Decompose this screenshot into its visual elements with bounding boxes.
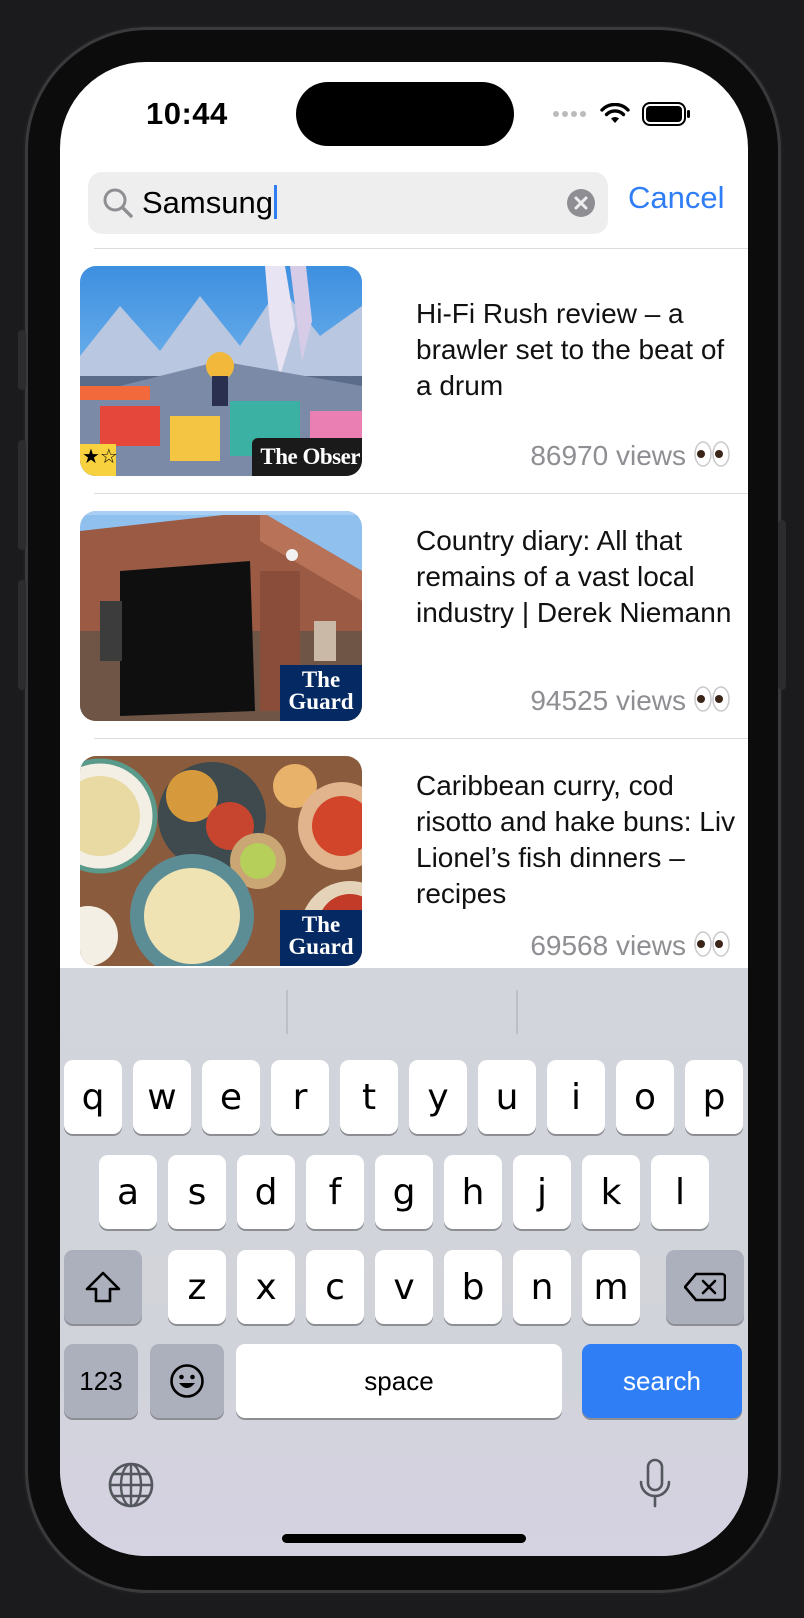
- battery-icon: [642, 102, 690, 126]
- key-n[interactable]: n: [513, 1250, 571, 1324]
- article-title: Country diary: All that remains of a vas…: [416, 525, 732, 628]
- side-button: [18, 580, 26, 690]
- dynamic-island: [296, 82, 514, 146]
- side-button: [18, 330, 26, 390]
- key-g[interactable]: g: [375, 1155, 433, 1229]
- key-t[interactable]: t: [340, 1060, 398, 1134]
- space-key[interactable]: space: [236, 1344, 562, 1418]
- globe-icon[interactable]: [108, 1462, 154, 1508]
- numbers-key[interactable]: 123: [64, 1344, 138, 1418]
- wifi-icon: [600, 103, 630, 123]
- key-s[interactable]: s: [168, 1155, 226, 1229]
- home-indicator[interactable]: [282, 1534, 526, 1543]
- publisher-logo: The Obser: [252, 438, 362, 476]
- suggestion-divider: [516, 990, 518, 1034]
- article-thumbnail: The Guard: [80, 756, 362, 966]
- keyboard: q w e r t y u i o p a s d f g h j k l z …: [60, 968, 748, 1556]
- article-thumbnail: The Guard: [80, 511, 362, 721]
- eyes-icon: [694, 686, 730, 719]
- status-icons: [552, 102, 692, 126]
- key-e[interactable]: e: [202, 1060, 260, 1134]
- key-w[interactable]: w: [133, 1060, 191, 1134]
- search-input[interactable]: Samsung: [142, 185, 277, 221]
- key-l[interactable]: l: [651, 1155, 709, 1229]
- key-q[interactable]: q: [64, 1060, 122, 1134]
- view-count-text: 94525 views: [530, 685, 686, 716]
- microphone-icon[interactable]: [638, 1458, 672, 1510]
- search-query: Samsung: [142, 185, 273, 220]
- clear-icon[interactable]: [566, 188, 596, 218]
- shift-key[interactable]: [64, 1250, 142, 1324]
- key-i[interactable]: i: [547, 1060, 605, 1134]
- key-d[interactable]: d: [237, 1155, 295, 1229]
- rating-stars: ★☆: [82, 444, 118, 468]
- key-f[interactable]: f: [306, 1155, 364, 1229]
- key-x[interactable]: x: [237, 1250, 295, 1324]
- eyes-icon: [694, 441, 730, 474]
- key-c[interactable]: c: [306, 1250, 364, 1324]
- divider: [94, 248, 748, 249]
- key-u[interactable]: u: [478, 1060, 536, 1134]
- search-icon: [103, 188, 133, 218]
- result-item[interactable]: The Guard Caribbean curry, cod risotto a…: [80, 756, 748, 966]
- view-count: 86970 views: [530, 440, 730, 474]
- result-item[interactable]: ★☆ The Obser Hi-Fi Rush review – a brawl…: [80, 266, 748, 476]
- view-count: 69568 views: [530, 930, 730, 964]
- key-z[interactable]: z: [168, 1250, 226, 1324]
- backspace-icon: [684, 1272, 726, 1302]
- key-y[interactable]: y: [409, 1060, 467, 1134]
- key-h[interactable]: h: [444, 1155, 502, 1229]
- key-o[interactable]: o: [616, 1060, 674, 1134]
- eyes-icon: [694, 931, 730, 964]
- article-title: Hi-Fi Rush review – a brawler set to the…: [416, 298, 725, 401]
- side-button: [778, 520, 786, 690]
- search-key[interactable]: search: [582, 1344, 742, 1418]
- key-a[interactable]: a: [99, 1155, 157, 1229]
- divider: [94, 493, 748, 494]
- key-j[interactable]: j: [513, 1155, 571, 1229]
- delete-key[interactable]: [666, 1250, 744, 1324]
- result-item[interactable]: The Guard Country diary: All that remain…: [80, 511, 748, 721]
- search-field[interactable]: Samsung: [88, 172, 608, 234]
- side-button: [18, 440, 26, 550]
- publisher-logo: The Guard: [280, 665, 362, 721]
- cellular-signal-icon: [553, 111, 586, 117]
- key-m[interactable]: m: [582, 1250, 640, 1324]
- article-thumbnail: ★☆ The Obser: [80, 266, 362, 476]
- status-time: 10:44: [146, 96, 228, 131]
- view-count: 94525 views: [530, 685, 730, 719]
- text-cursor: [273, 185, 277, 219]
- key-p[interactable]: p: [685, 1060, 743, 1134]
- divider: [94, 738, 748, 739]
- view-count-text: 86970 views: [530, 440, 686, 471]
- key-r[interactable]: r: [271, 1060, 329, 1134]
- key-b[interactable]: b: [444, 1250, 502, 1324]
- cancel-button[interactable]: Cancel: [628, 180, 725, 216]
- emoji-key[interactable]: [150, 1344, 224, 1418]
- shift-icon: [85, 1271, 121, 1303]
- view-count-text: 69568 views: [530, 930, 686, 961]
- screen: 10:44 Samsung Cancel ★☆ The Obser Hi-Fi …: [60, 62, 748, 1556]
- suggestion-divider: [286, 990, 288, 1034]
- key-v[interactable]: v: [375, 1250, 433, 1324]
- key-k[interactable]: k: [582, 1155, 640, 1229]
- article-title: Caribbean curry, cod risotto and hake bu…: [416, 770, 736, 909]
- publisher-logo: The Guard: [280, 910, 362, 966]
- emoji-icon: [170, 1364, 204, 1398]
